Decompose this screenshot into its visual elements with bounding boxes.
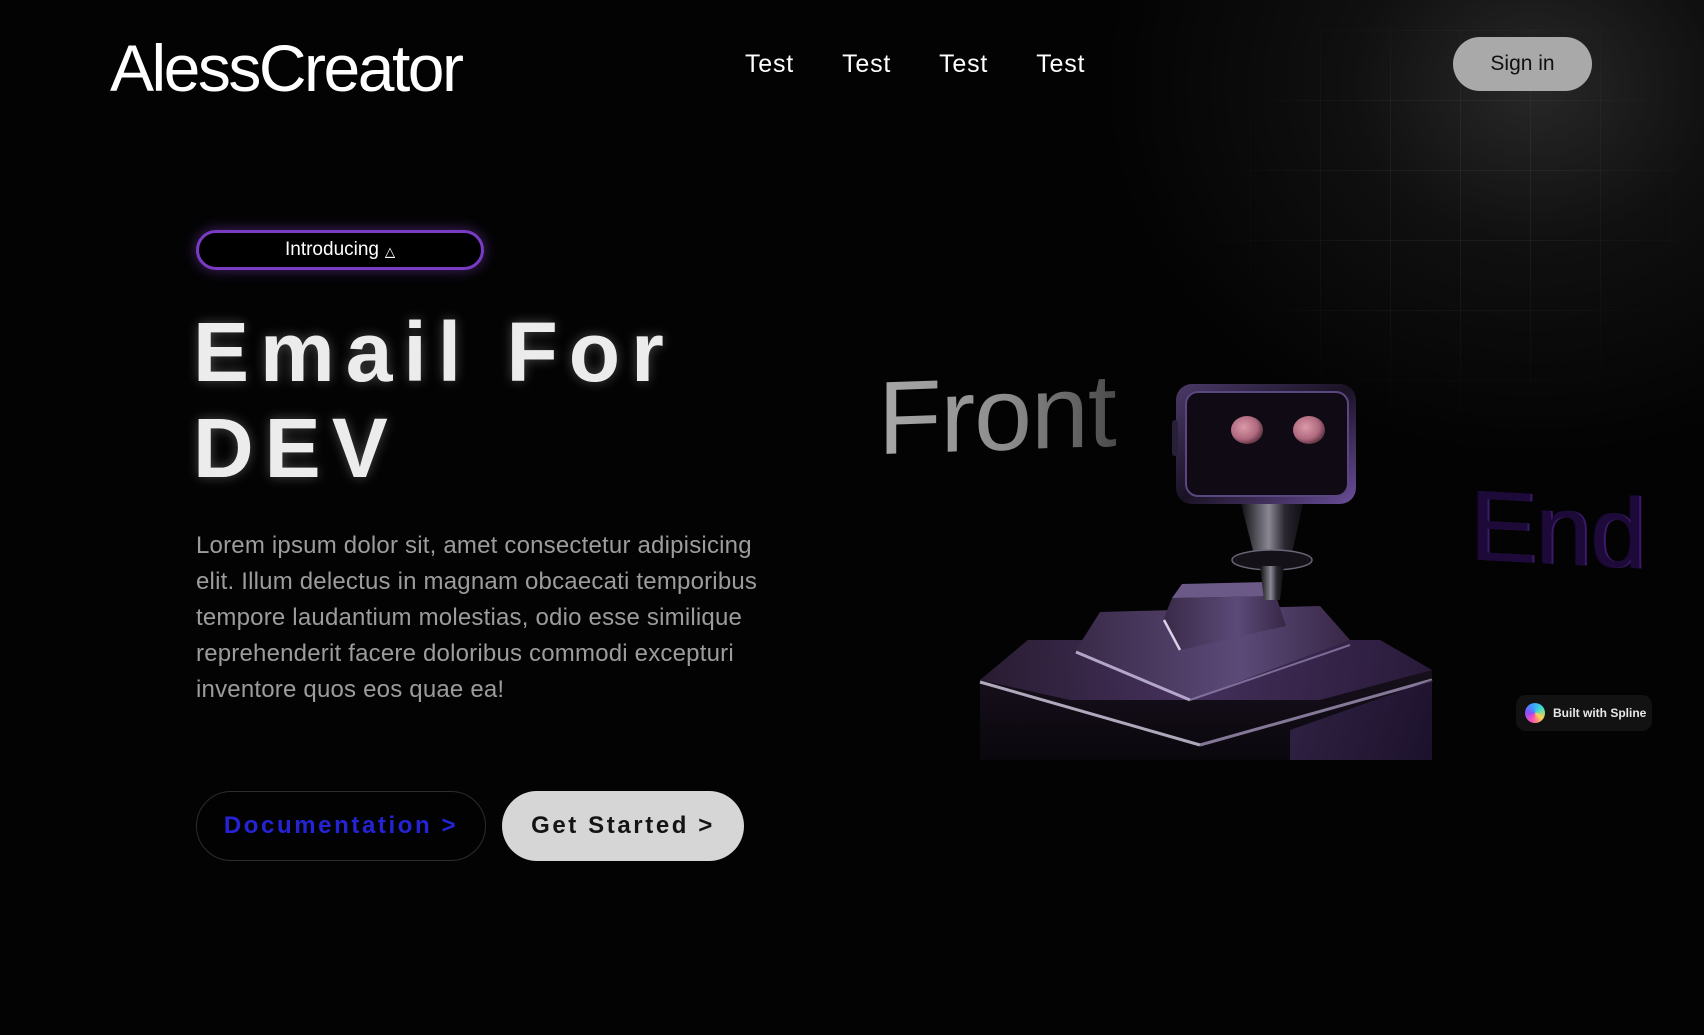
nav-link-1[interactable]: Test: [745, 46, 794, 82]
hero-headline: Email For DEV: [193, 304, 893, 496]
site-logo[interactable]: AlessCreator: [110, 28, 464, 108]
spline-logo-icon: [1525, 703, 1545, 723]
headline-line-1: Email For: [193, 305, 675, 399]
badge-label: Introducing: [284, 239, 379, 260]
hero-description: Lorem ipsum dolor sit, amet consectetur …: [196, 532, 758, 703]
nav-link-2[interactable]: Test: [842, 46, 891, 82]
get-started-button[interactable]: Get Started >: [502, 791, 744, 861]
built-with-spline-badge[interactable]: Built with Spline: [1516, 695, 1652, 731]
main-nav: Test Test Test Test: [745, 46, 1085, 82]
nav-link-3[interactable]: Test: [939, 46, 988, 82]
landing-page: Front End AlessCreator Test Test Test Te…: [0, 0, 1704, 1035]
documentation-button[interactable]: Documentation >: [196, 791, 486, 861]
introducing-badge[interactable]: Introducing △: [196, 230, 484, 270]
sign-in-button[interactable]: Sign in: [1453, 37, 1592, 91]
nav-link-4[interactable]: Test: [1036, 46, 1085, 82]
triangle-icon: △: [385, 244, 395, 259]
headline-line-2: DEV: [193, 401, 399, 495]
spline-badge-label: Built with Spline: [1553, 706, 1647, 720]
site-header: AlessCreator Test Test Test Test Sign in: [0, 0, 1704, 130]
